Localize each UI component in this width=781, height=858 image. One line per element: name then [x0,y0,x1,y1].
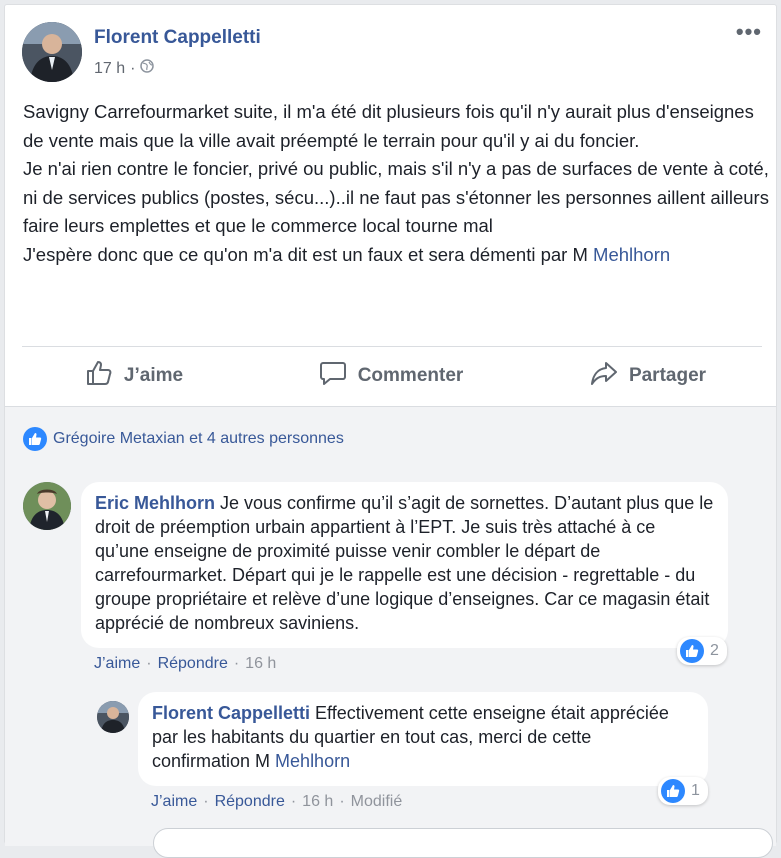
share-icon [589,358,619,394]
post-author-name[interactable]: Florent Cappelletti [94,27,261,49]
dot-separator: · [290,793,297,810]
comment-time[interactable]: 16 h [245,655,276,673]
comment-text: Je vous confirme qu’il s’agit de sornett… [95,493,714,633]
mention-link[interactable]: Mehlhorn [593,244,670,265]
post-card: Florent Cappelletti 17 h · ••• Savigny C… [4,4,777,858]
author-avatar[interactable] [22,22,82,82]
thumbs-up-icon [84,358,114,394]
post-last-line-text: J'espère donc que ce qu'on m'a dit est u… [23,243,594,265]
comment-actions: J’aime · Répondre · 16 h [94,655,276,673]
comment-reactions[interactable]: 2 [677,637,727,665]
post-meta: 17 h · [94,59,155,78]
likes-summary-text: Grégoire Metaxian et 4 autres personnes [53,430,344,447]
more-options-icon[interactable]: ••• [736,19,762,45]
reaction-count: 1 [691,782,700,799]
dot-separator: · [339,793,345,810]
reply-time[interactable]: 16 h [302,793,333,811]
commenter-avatar[interactable] [23,482,71,530]
like-button[interactable]: J’aime [5,346,262,406]
share-label: Partager [628,365,707,386]
comments-section: Grégoire Metaxian et 4 autres personnes … [5,406,776,858]
dot-separator: · [146,655,152,672]
reply-actions: J’aime · Répondre · 16 h · Modifié [151,793,402,811]
reply-reply-link[interactable]: Répondre [215,793,285,811]
comment-button[interactable]: Commenter [262,346,519,406]
post-time[interactable]: 17 h [94,60,125,78]
mention-link[interactable]: Mehlhorn [275,751,350,771]
like-label: J’aime [123,365,184,386]
likes-summary[interactable]: Grégoire Metaxian et 4 autres personnes [23,427,344,451]
globe-icon[interactable] [140,59,155,78]
reply-avatar[interactable] [97,701,129,733]
comment-reply-link[interactable]: Répondre [158,655,228,673]
reply-like-link[interactable]: J’aime [151,793,197,811]
comment-author-name[interactable]: Eric Mehlhorn [95,493,215,513]
share-button[interactable]: Partager [519,346,776,406]
reply-author-name[interactable]: Florent Cappelletti [152,703,310,723]
post-body: Savigny Carrefourmarket suite, il m'a ét… [23,98,771,269]
reaction-count: 2 [710,642,719,659]
like-reaction-icon [661,779,685,803]
post-paragraph: J'espère donc que ce qu'on m'a dit est u… [23,241,771,270]
comment-icon [318,358,348,394]
meta-separator: · [130,59,136,77]
post-paragraph: Savigny Carrefourmarket suite, il m'a ét… [23,101,754,151]
reply-input-box[interactable] [153,828,773,858]
like-reaction-icon [23,427,47,451]
dot-separator: · [203,793,209,810]
comment-label: Commenter [357,365,464,386]
dot-separator: · [233,655,240,672]
post-paragraph: Je n'ai rien contre le foncier, privé ou… [23,158,769,236]
comment-bubble: Eric Mehlhorn Je vous confirme qu’il s’a… [81,482,728,648]
post-actions: J’aime Commenter Partager [5,346,776,406]
modified-label: Modifié [350,793,403,810]
reply-bubble: Florent Cappelletti Effectivement cette … [138,692,708,786]
comment-like-link[interactable]: J’aime [94,655,140,673]
like-reaction-icon [680,639,704,663]
reply-reactions[interactable]: 1 [658,777,708,805]
